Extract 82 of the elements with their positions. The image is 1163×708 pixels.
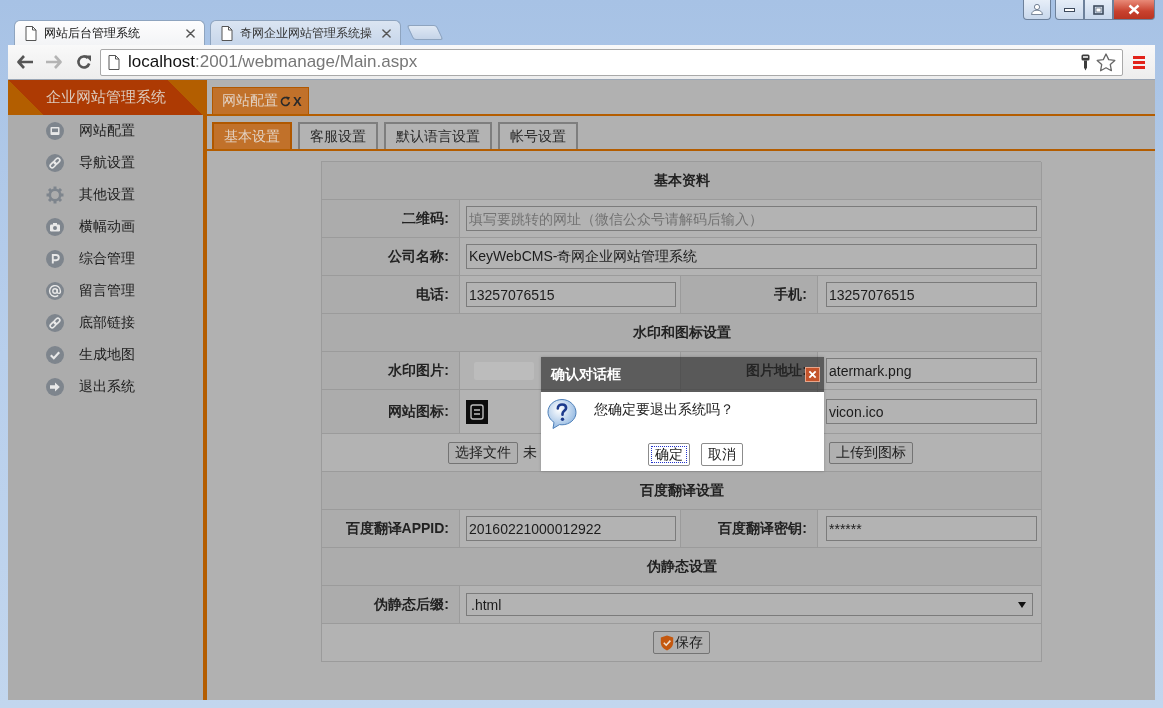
field-label: 网站图标: bbox=[322, 390, 460, 434]
section-header: 百度翻译设置 bbox=[322, 472, 1042, 510]
page-icon bbox=[221, 25, 233, 41]
sidebar-item[interactable]: 生成地图 bbox=[8, 339, 203, 371]
text-input[interactable]: ****** bbox=[826, 516, 1037, 541]
profile-button[interactable] bbox=[1023, 0, 1051, 20]
sidebar-item[interactable]: 其他设置 bbox=[8, 179, 203, 211]
reload-icon[interactable] bbox=[76, 54, 92, 70]
sidebar-item[interactable]: 网站配置 bbox=[8, 115, 203, 147]
text-input[interactable]: atermark.png bbox=[826, 358, 1037, 383]
maximize-icon bbox=[1093, 4, 1104, 15]
minimize-icon bbox=[1064, 7, 1075, 12]
shield-icon bbox=[660, 634, 674, 651]
sidebar-item[interactable]: 导航设置 bbox=[8, 147, 203, 179]
text-input[interactable]: 13257076515 bbox=[466, 282, 676, 307]
field-label: 百度翻译密钥: bbox=[681, 510, 818, 548]
browser-tab[interactable]: 奇网企业网站管理系统操 bbox=[210, 20, 401, 45]
sidebar-item[interactable]: 退出系统 bbox=[8, 371, 203, 403]
upload-button[interactable]: 上传到图标 bbox=[829, 441, 913, 464]
field-label: 二维码: bbox=[322, 200, 460, 238]
close-icon[interactable] bbox=[186, 28, 195, 38]
key-icon[interactable] bbox=[1081, 53, 1090, 71]
refresh-icon[interactable] bbox=[280, 95, 291, 107]
monitor-icon bbox=[46, 122, 64, 140]
section-header: 伪静态设置 bbox=[322, 548, 1042, 586]
question-bubble-icon bbox=[546, 398, 578, 430]
settings-tab[interactable]: 默认语言设置 bbox=[384, 122, 492, 149]
close-icon bbox=[808, 370, 817, 379]
close-button[interactable] bbox=[1113, 0, 1155, 20]
camera-icon bbox=[46, 218, 64, 236]
at-sign-icon bbox=[46, 282, 64, 300]
text-input[interactable]: 填写要跳转的网址（微信公众号请解码后输入） bbox=[466, 206, 1037, 231]
field-label: 手机: bbox=[681, 276, 818, 314]
parking-icon bbox=[46, 250, 64, 268]
text-input[interactable]: vicon.ico bbox=[826, 399, 1037, 424]
link-icon bbox=[46, 154, 64, 172]
tab-close-button[interactable]: X bbox=[293, 93, 302, 109]
browser-tab[interactable]: 网站后台管理系统 bbox=[14, 20, 205, 45]
sidebar-item[interactable]: 留言管理 bbox=[8, 275, 203, 307]
field-label: 电话: bbox=[322, 276, 460, 314]
text-input[interactable]: 20160221000012922 bbox=[466, 516, 676, 541]
back-icon[interactable] bbox=[17, 55, 34, 69]
settings-tab[interactable]: 客服设置 bbox=[298, 122, 378, 149]
dialog-title: 确认对话框 bbox=[551, 365, 621, 384]
field-label: 伪静态后缀: bbox=[322, 586, 460, 624]
suffix-select[interactable]: .html bbox=[466, 593, 1033, 616]
field-label: 公司名称: bbox=[322, 238, 460, 276]
text-input[interactable]: 13257076515 bbox=[826, 282, 1037, 307]
save-button[interactable]: 保存 bbox=[653, 631, 710, 654]
page-icon bbox=[25, 25, 37, 41]
sidebar-item[interactable]: 底部链接 bbox=[8, 307, 203, 339]
text-input[interactable]: KeyWebCMS-奇网企业网站管理系统 bbox=[466, 244, 1037, 269]
arrow-right-icon bbox=[46, 378, 64, 396]
section-header: 基本资料 bbox=[322, 162, 1042, 200]
address-field[interactable]: localhost:2001/webmanage/Main.aspx bbox=[100, 48, 1123, 76]
dropdown-caret-icon bbox=[1018, 601, 1026, 608]
choose-file-button[interactable]: 选择文件 bbox=[448, 441, 518, 464]
favicon-icon bbox=[466, 399, 488, 424]
cancel-button[interactable]: 取消 bbox=[701, 443, 743, 466]
sidebar-header: 企业网站管理系统 bbox=[8, 80, 203, 115]
field-label: 百度翻译APPID: bbox=[322, 510, 460, 548]
dialog-close-button[interactable] bbox=[805, 367, 820, 382]
field-label: 水印图片: bbox=[322, 352, 460, 390]
section-header: 水印和图标设置 bbox=[322, 314, 1042, 352]
page-tab[interactable]: 网站配置 X bbox=[212, 87, 309, 114]
menu-icon[interactable] bbox=[1133, 55, 1145, 69]
settings-tab[interactable]: 帐号设置 bbox=[498, 122, 578, 149]
file-status-text: 未 bbox=[523, 443, 537, 462]
sidebar-item[interactable]: 综合管理 bbox=[8, 243, 203, 275]
sidebar-item[interactable]: 横幅动画 bbox=[8, 211, 203, 243]
star-icon[interactable] bbox=[1096, 52, 1116, 72]
link-icon bbox=[46, 314, 64, 332]
person-icon bbox=[1031, 4, 1043, 15]
close-icon bbox=[1128, 4, 1140, 15]
check-icon bbox=[46, 346, 64, 364]
gear-icon bbox=[46, 186, 64, 204]
minimize-button[interactable] bbox=[1055, 0, 1084, 20]
close-icon[interactable] bbox=[382, 28, 391, 38]
maximize-button[interactable] bbox=[1084, 0, 1113, 20]
page-icon bbox=[108, 54, 120, 70]
confirm-button[interactable]: 确定 bbox=[648, 443, 690, 466]
dialog-message: 您确定要退出系统吗？ bbox=[594, 401, 734, 419]
